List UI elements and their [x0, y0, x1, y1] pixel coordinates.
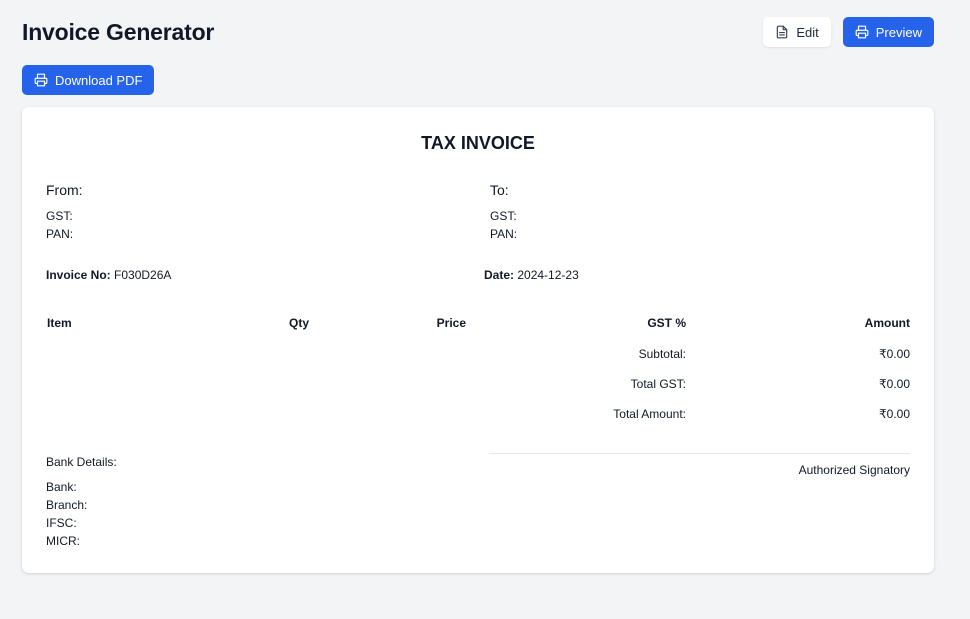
- invoice-date-label: Date:: [484, 268, 515, 282]
- authorized-signatory: Authorized Signatory: [798, 463, 910, 477]
- invoice-date: Date: 2024-12-23: [484, 268, 579, 282]
- bank-micr: MICR:: [46, 534, 80, 548]
- total-gst-row: Total GST: ₹0.00: [46, 377, 910, 393]
- bank-name: Bank:: [46, 480, 77, 494]
- page-title: Invoice Generator: [22, 18, 215, 45]
- signature-line: [489, 453, 910, 454]
- invoice-card: TAX INVOICE From: GST: PAN: To: GST: PAN…: [22, 107, 934, 573]
- file-icon: [775, 25, 789, 39]
- download-pdf-label: Download PDF: [55, 72, 143, 88]
- column-header-gst: GST %: [647, 316, 686, 330]
- to-gst: GST:: [490, 209, 517, 223]
- invoice-number-label: Invoice No:: [46, 268, 111, 282]
- header-actions: Edit Preview: [763, 17, 934, 47]
- preview-button[interactable]: Preview: [842, 17, 934, 47]
- bank-branch: Branch:: [46, 498, 88, 512]
- to-section: To: GST: PAN:: [490, 182, 870, 243]
- total-gst-value: ₹0.00: [879, 377, 910, 391]
- bank-details-heading: Bank Details:: [46, 455, 117, 469]
- download-pdf-button[interactable]: Download PDF: [22, 65, 155, 95]
- printer-icon: [855, 25, 869, 39]
- total-amount-row: Total Amount: ₹0.00: [46, 407, 910, 423]
- column-header-item: Item: [47, 316, 72, 330]
- edit-button-label: Edit: [796, 24, 819, 40]
- total-amount-value: ₹0.00: [879, 407, 910, 421]
- invoice-doc-title: TAX INVOICE: [421, 133, 535, 153]
- to-heading: To:: [490, 182, 509, 198]
- column-header-price: Price: [436, 316, 466, 330]
- column-header-amount: Amount: [864, 316, 910, 330]
- from-section: From: GST: PAN:: [46, 182, 426, 243]
- edit-button[interactable]: Edit: [763, 17, 831, 47]
- printer-icon: [34, 73, 48, 87]
- total-gst-label: Total GST:: [630, 377, 686, 391]
- bank-details: Bank Details: Bank: Branch: IFSC: MICR:: [46, 455, 117, 550]
- from-gst: GST:: [46, 209, 73, 223]
- bank-ifsc: IFSC:: [46, 516, 77, 530]
- app-header: Invoice Generator Edit Preview: [22, 17, 934, 47]
- invoice-number: Invoice No: F030D26A: [46, 268, 171, 282]
- invoice-date-value: 2024-12-23: [517, 268, 579, 282]
- subtotal-row: Subtotal: ₹0.00: [46, 347, 910, 363]
- preview-button-label: Preview: [875, 24, 922, 40]
- to-pan: PAN:: [490, 227, 518, 241]
- column-header-qty: Qty: [289, 316, 310, 330]
- total-amount-label: Total Amount:: [613, 407, 686, 421]
- subtotal-value: ₹0.00: [879, 347, 910, 361]
- from-pan: PAN:: [46, 227, 74, 241]
- table-header-row: Item Qty Price GST % Amount: [46, 316, 910, 332]
- invoice-number-value: F030D26A: [114, 268, 172, 282]
- subtotal-label: Subtotal:: [638, 347, 686, 361]
- from-heading: From:: [46, 182, 83, 198]
- signature-area: Authorized Signatory: [489, 453, 910, 477]
